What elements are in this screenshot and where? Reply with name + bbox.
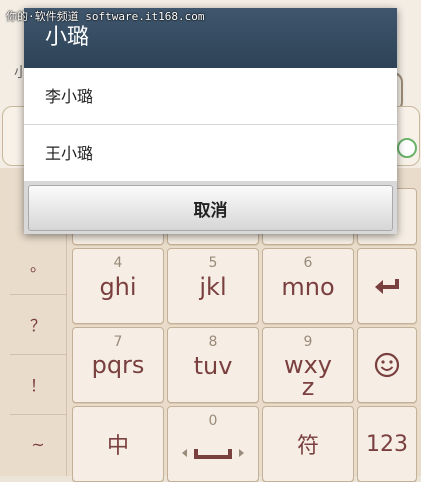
key-letters: jkl <box>199 273 227 301</box>
dialog-button-bar: 取消 <box>24 182 397 234</box>
candidate-dialog: 小璐 李小璐 王小璐 取消 <box>24 8 397 234</box>
candidate-option-2[interactable]: 王小璐 <box>24 125 397 182</box>
key-number: 9 <box>303 334 313 350</box>
enter-icon <box>358 249 416 323</box>
number-mode-key[interactable]: 123 <box>357 406 417 482</box>
symbol-key[interactable]: 符 <box>262 406 354 482</box>
key-9-wxyz[interactable]: 9 wxyz <box>262 327 354 403</box>
key-number: 5 <box>208 255 218 271</box>
smiley-icon <box>358 328 416 402</box>
cancel-button[interactable]: 取消 <box>28 185 393 231</box>
candidate-option-1[interactable]: 李小璐 <box>24 68 397 125</box>
key-4-ghi[interactable]: 4 ghi <box>72 248 164 324</box>
space-key[interactable]: 0 <box>167 406 259 482</box>
key-number: 7 <box>113 334 123 350</box>
chinese-mode-key[interactable]: 中 <box>72 406 164 482</box>
punctuation-key-question[interactable]: ？ <box>10 294 66 355</box>
number-mode-label: 123 <box>366 431 408 457</box>
key-number: 8 <box>208 334 218 350</box>
emoji-key[interactable] <box>357 327 417 403</box>
background-status-icon <box>397 138 417 158</box>
key-number: 6 <box>303 255 313 271</box>
punctuation-key-exclamation[interactable]: ！ <box>10 354 66 415</box>
key-letters: wxyz <box>283 351 333 401</box>
key-7-pqrs[interactable]: 7 pqrs <box>72 327 164 403</box>
key-6-mno[interactable]: 6 mno <box>262 248 354 324</box>
key-5-jkl[interactable]: 5 jkl <box>167 248 259 324</box>
key-letters: ghi <box>99 273 137 301</box>
chinese-mode-label: 中 <box>106 434 129 459</box>
punctuation-key-tilde[interactable]: ~ <box>10 414 66 474</box>
key-number: 4 <box>113 255 123 271</box>
watermark: 你的·软件频道 software.it168.com <box>6 10 205 23</box>
key-letters: pqrs <box>91 351 145 379</box>
enter-key[interactable] <box>357 248 417 324</box>
punctuation-key-period[interactable]: 。 <box>10 234 66 295</box>
key-letters: mno <box>281 273 335 301</box>
space-icon <box>168 425 258 481</box>
key-letters: tuv <box>193 352 233 380</box>
symbol-label: 符 <box>296 434 319 459</box>
key-8-tuv[interactable]: 8 tuv <box>167 327 259 403</box>
